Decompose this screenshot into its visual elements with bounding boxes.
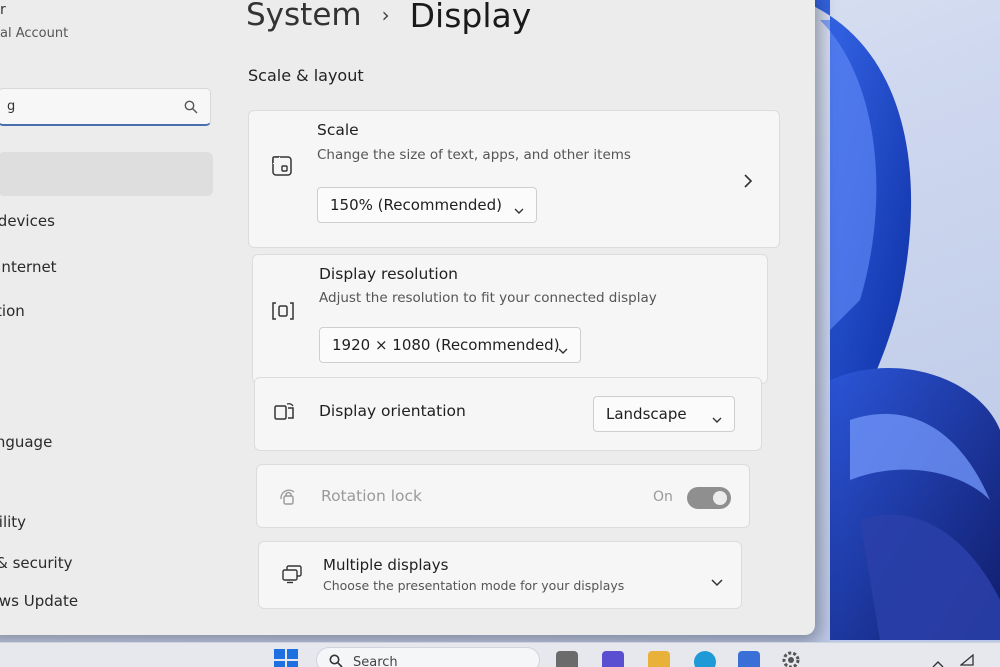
chevron-down-icon[interactable] xyxy=(711,572,723,591)
scale-dropdown-value: 150% (Recommended) xyxy=(330,196,502,214)
toggle-knob xyxy=(713,491,727,505)
rotation-lock-state: On xyxy=(653,489,673,505)
taskbar: Search xyxy=(0,642,1000,667)
rotation-lock-toggle xyxy=(687,487,731,509)
settings-window: r al Account oth & devices ork & interne… xyxy=(0,0,815,635)
nav-item-personalisation[interactable]: nalisation xyxy=(0,302,25,320)
taskbar-search-box[interactable]: Search xyxy=(316,647,540,667)
chevron-right-icon[interactable] xyxy=(744,173,753,192)
account-type: al Account xyxy=(0,26,69,41)
scale-title: Scale xyxy=(317,121,359,139)
search-icon xyxy=(329,654,343,667)
settings-search-box[interactable] xyxy=(0,88,211,126)
scale-description: Change the size of text, apps, and other… xyxy=(317,147,631,163)
nav-item-privacy-security[interactable]: ivacy & security xyxy=(0,554,72,572)
scale-card[interactable]: Scale Change the size of text, apps, and… xyxy=(248,110,780,248)
nav-item-windows-update[interactable]: Windows Update xyxy=(0,592,78,610)
account-name: r xyxy=(0,2,6,18)
display-orientation-value: Landscape xyxy=(606,405,687,423)
nav-item-time-language[interactable]: e & language xyxy=(0,433,52,451)
display-orientation-card[interactable]: Display orientation Landscape xyxy=(254,377,762,451)
chevron-up-icon[interactable] xyxy=(932,653,944,667)
nav-item-network[interactable]: ork & internet xyxy=(0,258,57,276)
display-orientation-dropdown[interactable]: Landscape xyxy=(593,396,735,432)
scale-dropdown[interactable]: 150% (Recommended) xyxy=(317,187,537,223)
teams-icon[interactable] xyxy=(602,651,624,667)
settings-search-input[interactable] xyxy=(7,95,167,117)
display-resolution-title: Display resolution xyxy=(319,265,459,283)
multiple-displays-icon xyxy=(281,564,303,588)
page-title: Display xyxy=(409,0,532,35)
breadcrumb: System › Display xyxy=(246,0,531,40)
search-icon[interactable] xyxy=(184,99,198,118)
rotation-lock-icon xyxy=(277,487,299,511)
breadcrumb-parent[interactable]: System xyxy=(246,0,362,33)
task-view-icon[interactable] xyxy=(556,651,578,667)
display-orientation-title: Display orientation xyxy=(319,402,466,420)
section-title: Scale & layout xyxy=(248,66,364,85)
rotation-lock-title: Rotation lock xyxy=(321,487,423,505)
nav-item-system-selected[interactable] xyxy=(0,152,213,196)
rotation-lock-card: Rotation lock On xyxy=(256,464,750,528)
resolution-icon xyxy=(271,301,295,325)
network-icon[interactable] xyxy=(959,651,974,667)
file-explorer-icon[interactable] xyxy=(648,651,670,667)
multiple-displays-description: Choose the presentation mode for your di… xyxy=(323,578,625,593)
nav-item-accessibility[interactable]: cessibility xyxy=(0,513,26,531)
display-resolution-description: Adjust the resolution to fit your connec… xyxy=(319,290,657,306)
multiple-displays-title: Multiple displays xyxy=(323,556,449,574)
breadcrumb-separator: › xyxy=(381,3,390,27)
chevron-down-icon xyxy=(514,201,524,219)
scale-icon xyxy=(271,155,293,181)
nav-item-bluetooth[interactable]: oth & devices xyxy=(0,212,55,230)
taskbar-search-label: Search xyxy=(353,655,398,667)
display-resolution-card[interactable]: Display resolution Adjust the resolution… xyxy=(252,254,768,384)
multiple-displays-card[interactable]: Multiple displays Choose the presentatio… xyxy=(258,541,742,609)
chevron-down-icon xyxy=(712,410,722,428)
store-icon[interactable] xyxy=(738,651,760,667)
orientation-icon xyxy=(273,402,297,426)
settings-gear-icon[interactable] xyxy=(780,649,802,667)
edge-icon[interactable] xyxy=(694,651,716,667)
display-resolution-dropdown[interactable]: 1920 × 1080 (Recommended) xyxy=(319,327,581,363)
chevron-down-icon xyxy=(558,341,568,359)
start-icon[interactable] xyxy=(274,649,298,667)
display-resolution-value: 1920 × 1080 (Recommended) xyxy=(332,336,560,354)
